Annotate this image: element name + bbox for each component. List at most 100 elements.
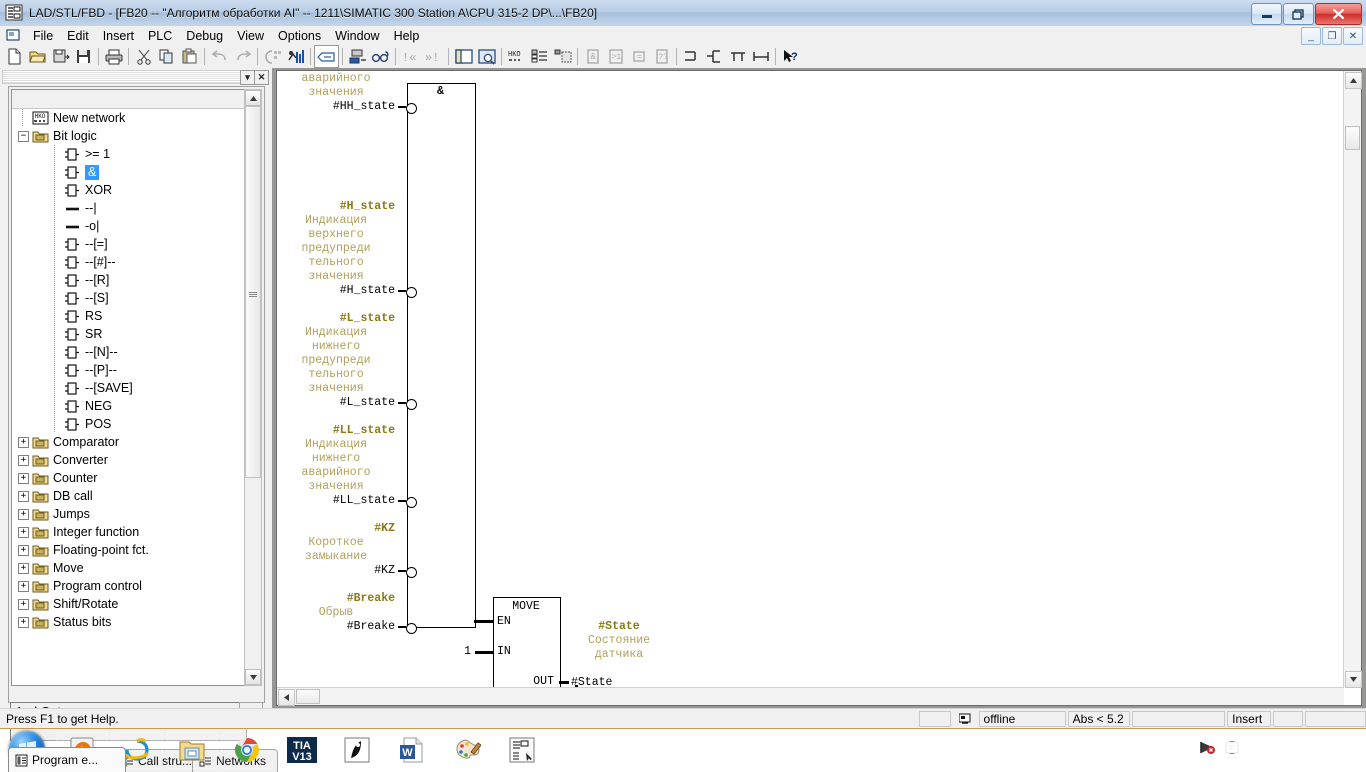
tree-item-[interactable]: --[=] xyxy=(12,235,247,253)
input-operand-1[interactable]: #H_state xyxy=(277,284,395,298)
tree-expander-cell[interactable]: + xyxy=(16,595,32,613)
input-negation-circle[interactable] xyxy=(406,398,417,410)
menu-file[interactable]: File xyxy=(26,27,60,45)
doc-scroll-up-button[interactable] xyxy=(1345,72,1362,89)
empty-box-icon[interactable]: ?? xyxy=(650,46,673,67)
show-desktop-button[interactable] xyxy=(1355,730,1366,768)
taskbar-lad-editor[interactable] xyxy=(496,731,548,769)
mdi-close-button[interactable]: ✕ xyxy=(1343,27,1363,45)
tree-expander-cell[interactable]: + xyxy=(16,487,32,505)
dock-close-button[interactable]: ✕ xyxy=(254,70,269,85)
tree-item-counter[interactable]: + Counter xyxy=(12,469,247,487)
open-icon[interactable] xyxy=(26,46,49,67)
doc-scroll-left-button[interactable] xyxy=(278,689,295,706)
save-as-icon[interactable] xyxy=(49,46,72,67)
tree-item-neg[interactable]: NEG xyxy=(12,397,247,415)
document-vertical-scrollbar[interactable] xyxy=(1343,71,1362,688)
expand-icon[interactable]: + xyxy=(18,491,29,502)
tree-expander-cell[interactable]: + xyxy=(16,451,32,469)
symbol-table-icon[interactable] xyxy=(346,46,369,67)
document-horizontal-scrollbar[interactable] xyxy=(277,687,1344,706)
contact-up-icon[interactable] xyxy=(726,46,749,67)
expand-icon[interactable]: + xyxy=(18,545,29,556)
tree-item-db-call[interactable]: + DB call xyxy=(12,487,247,505)
tree-item-move[interactable]: + Move xyxy=(12,559,247,577)
input-operand-2[interactable]: #L_state xyxy=(277,396,395,410)
tree-expander-cell[interactable]: + xyxy=(16,613,32,631)
taskbar-step7[interactable] xyxy=(331,731,383,769)
doc-hscroll-thumb[interactable] xyxy=(296,689,320,704)
branch-open-icon[interactable] xyxy=(680,46,703,67)
menu-edit[interactable]: Edit xyxy=(60,27,96,45)
collapse-icon[interactable]: − xyxy=(18,131,29,142)
expand-icon[interactable]: + xyxy=(18,437,29,448)
menu-window[interactable]: Window xyxy=(328,27,386,45)
tree-item-rs[interactable]: RS xyxy=(12,307,247,325)
tray-show-hidden-icon[interactable]: ▲ xyxy=(1182,744,1191,754)
tree-scroll-up-button[interactable] xyxy=(245,90,261,106)
or-box-icon[interactable]: >1 xyxy=(604,46,627,67)
minimize-button[interactable] xyxy=(1251,3,1282,25)
input-symbol-4[interactable]: #KZ xyxy=(277,522,395,536)
tree-item-sr[interactable]: SR xyxy=(12,325,247,343)
tree-item-comparator[interactable]: + Comparator xyxy=(12,433,247,451)
tree-item-integer-function[interactable]: + Integer function xyxy=(12,523,247,541)
menu-help[interactable]: Help xyxy=(387,27,427,45)
redo-icon[interactable] xyxy=(231,46,254,67)
maximize-button[interactable] xyxy=(1283,3,1314,25)
paste-icon[interactable] xyxy=(178,46,201,67)
input-negation-circle[interactable] xyxy=(406,622,417,634)
save-icon[interactable] xyxy=(72,46,95,67)
expand-icon[interactable]: + xyxy=(18,473,29,484)
tree-item-s[interactable]: --[S] xyxy=(12,289,247,307)
tree-item-pos[interactable]: POS xyxy=(12,415,247,433)
mdi-system-icon[interactable] xyxy=(5,28,22,43)
expand-icon[interactable]: + xyxy=(18,455,29,466)
mdi-minimize-button[interactable]: _ xyxy=(1301,27,1321,45)
input-negation-circle[interactable] xyxy=(406,566,417,578)
assign-icon[interactable]: = xyxy=(627,46,650,67)
expand-icon[interactable]: + xyxy=(18,509,29,520)
tree-expander-cell[interactable]: + xyxy=(16,541,32,559)
fbd-network-canvas[interactable]: &#HH_stateИндикацияверхнегоаварийногозна… xyxy=(277,71,1343,687)
input-negation-circle[interactable] xyxy=(406,102,417,114)
network-insert-icon[interactable] xyxy=(314,45,339,68)
tree-expander-cell[interactable]: + xyxy=(16,505,32,523)
tree-item-p[interactable]: --[P]-- xyxy=(12,361,247,379)
output-operand[interactable]: #State xyxy=(571,676,671,687)
goto-error-next-icon[interactable]: »! xyxy=(422,46,445,67)
tree-item-bit-logic[interactable]: − Bit logic xyxy=(12,127,247,145)
declaration-icon[interactable] xyxy=(551,46,574,67)
expand-icon[interactable]: + xyxy=(18,581,29,592)
input-symbol-2[interactable]: #L_state xyxy=(277,312,395,326)
expand-icon[interactable]: + xyxy=(18,527,29,538)
output-symbol[interactable]: #State xyxy=(569,620,669,634)
dock-caption-grip[interactable] xyxy=(2,70,250,84)
tree-expander-cell[interactable]: − xyxy=(16,127,32,145)
dock-collapse-button[interactable]: ▾ xyxy=(240,70,255,85)
input-symbol-3[interactable]: #LL_state xyxy=(277,424,395,438)
help-pointer-icon[interactable]: ? xyxy=(779,46,802,67)
taskbar-paint[interactable] xyxy=(441,731,493,769)
tree-expander-cell[interactable]: + xyxy=(16,433,32,451)
tree-vertical-scrollbar[interactable] xyxy=(244,89,262,686)
tree-expander-cell[interactable]: + xyxy=(16,469,32,487)
download-icon[interactable] xyxy=(261,46,284,67)
tree-scroll-thumb[interactable] xyxy=(245,106,261,478)
tree-item-o[interactable]: -o| xyxy=(12,217,247,235)
element-tree[interactable]: HKO New network − Bit logic >= 1 & XOR --| -o| --… xyxy=(11,89,250,686)
branch-close-icon[interactable] xyxy=(703,46,726,67)
signal-icon[interactable] xyxy=(1273,741,1290,758)
tab-program-elements[interactable]: Program e... xyxy=(8,747,126,772)
taskbar-explorer[interactable] xyxy=(166,731,218,769)
tree-scroll-down-button[interactable] xyxy=(245,669,261,685)
tree-item-new-network[interactable]: HKO New network xyxy=(12,109,247,127)
close-button[interactable] xyxy=(1315,3,1362,25)
move-in-constant[interactable]: 1 xyxy=(443,645,471,659)
monitor-icon[interactable] xyxy=(284,46,307,67)
comment-icon[interactable] xyxy=(528,46,551,67)
tree-item-xor[interactable]: XOR xyxy=(12,181,247,199)
expand-icon[interactable]: + xyxy=(18,563,29,574)
doc-scroll-down-button[interactable] xyxy=(1345,671,1362,688)
input-operand-0[interactable]: #HH_state xyxy=(277,100,395,114)
